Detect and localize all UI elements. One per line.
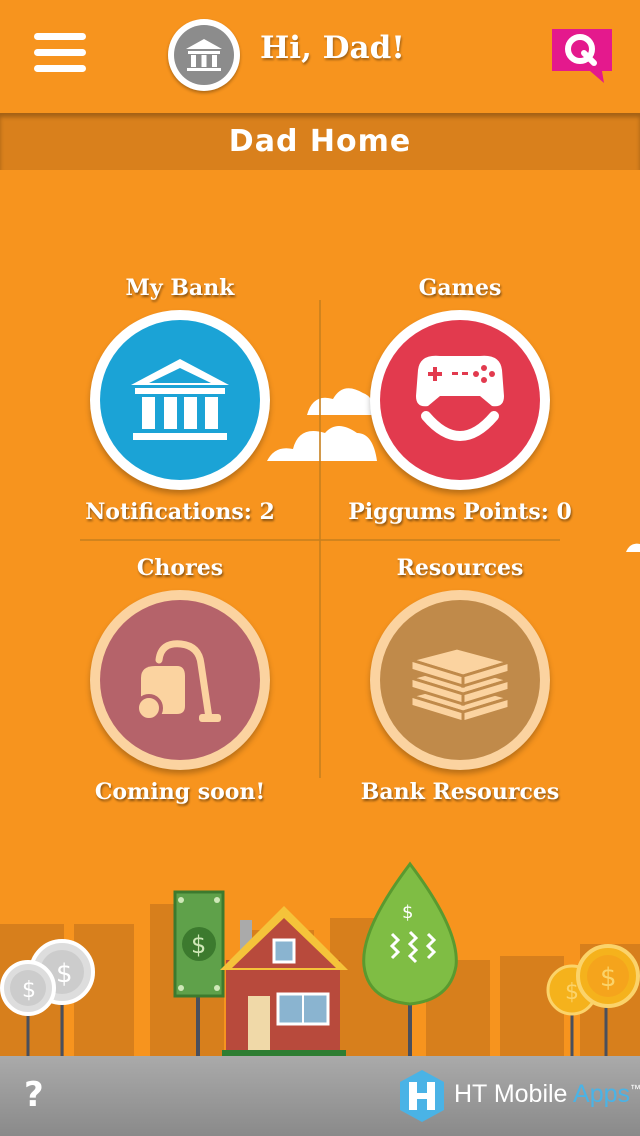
vacuum-cleaner-icon <box>100 600 260 760</box>
games-button[interactable] <box>370 310 550 490</box>
svg-text:$: $ <box>56 959 73 989</box>
books-stack-icon <box>380 600 540 760</box>
games-label: Games <box>418 275 502 301</box>
q-chat-bubble-icon[interactable] <box>548 27 616 83</box>
grid-divider-horizontal <box>80 539 560 541</box>
avatar[interactable] <box>168 19 240 91</box>
my-bank-button[interactable] <box>90 310 270 490</box>
chores-label: Chores <box>136 555 224 581</box>
town-scene-illustration: $ $ $ $ $ $ <box>0 861 640 1056</box>
brand-main-text: HT Mobile <box>454 1080 574 1108</box>
bank-building-icon <box>174 25 234 85</box>
ht-logo-icon <box>400 1070 444 1122</box>
notifications-count: Notifications: 2 <box>85 499 275 525</box>
brand-text: HT Mobile Apps™ <box>454 1080 640 1109</box>
svg-text:$: $ <box>565 980 579 1005</box>
page-title-bar: Dad Home <box>0 113 640 170</box>
svg-text:$: $ <box>22 978 36 1003</box>
brand-trademark: ™ <box>630 1083 640 1096</box>
help-button[interactable]: ? <box>24 1075 44 1115</box>
hamburger-menu-icon[interactable] <box>34 33 86 77</box>
cloud-edge-decoration <box>626 543 640 552</box>
resources-button[interactable] <box>370 590 550 770</box>
chores-status: Coming soon! <box>94 779 266 805</box>
chores-button[interactable] <box>90 590 270 770</box>
greeting-text: Hi, Dad! <box>260 30 405 66</box>
svg-text:$: $ <box>402 902 413 923</box>
my-bank-label: My Bank <box>125 275 235 301</box>
bank-building-icon <box>100 320 260 480</box>
brand-accent-text: Apps <box>573 1080 631 1108</box>
svg-text:$: $ <box>191 931 206 959</box>
resources-label: Resources <box>396 555 524 581</box>
svg-text:$: $ <box>600 963 617 993</box>
page-title: Dad Home <box>228 124 412 159</box>
bank-resources-link: Bank Resources <box>360 779 560 805</box>
app-header: Hi, Dad! <box>0 0 640 113</box>
game-controller-icon <box>380 320 540 480</box>
piggums-points: Piggums Points: 0 <box>348 499 572 525</box>
brand-logo[interactable]: HT Mobile Apps™ <box>396 1068 640 1124</box>
